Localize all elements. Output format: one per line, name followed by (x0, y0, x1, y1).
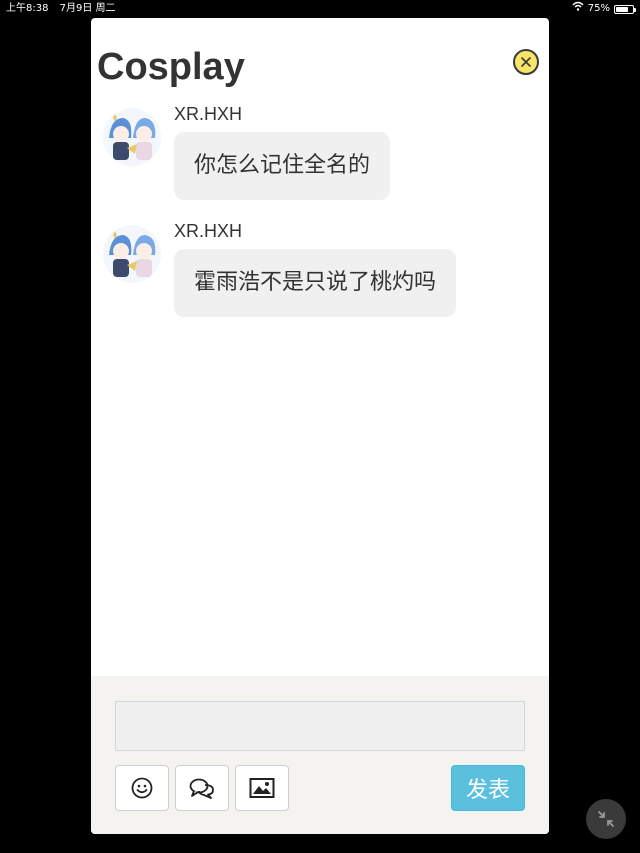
battery-level-fill (616, 6, 628, 12)
status-date: 7月9日 周二 (59, 3, 116, 14)
battery-icon (614, 4, 636, 14)
image-button[interactable] (235, 765, 289, 811)
message-bubble: 你怎么记住全名的 (174, 132, 391, 200)
close-icon (521, 57, 531, 67)
message-bubble: 霍雨浩不是只说了桃灼吗 (174, 249, 457, 317)
minimize-button[interactable] (586, 799, 626, 839)
message-username: XR.HXH (174, 221, 243, 241)
chat-panel: Cosplay XR.HXH 你怎么记住全名的 XR.HXH 霍雨浩不是只说了桃… (91, 18, 549, 834)
image-icon (249, 778, 275, 798)
emoji-icon (131, 777, 153, 799)
message-username: XR.HXH (174, 104, 243, 124)
status-bar: 上午8:38 7月9日 周二 75% (0, 0, 640, 18)
status-time: 上午8:38 (6, 3, 49, 14)
battery-percent: 75% (587, 3, 610, 14)
chat-title: Cosplay (97, 46, 245, 88)
minimize-icon (598, 811, 614, 827)
comment-button[interactable] (175, 765, 229, 811)
emoji-button[interactable] (115, 765, 169, 811)
send-button[interactable]: 发表 (451, 765, 525, 811)
wifi-icon (572, 0, 584, 18)
avatar[interactable] (103, 108, 161, 166)
message-input[interactable] (115, 701, 525, 751)
avatar[interactable] (103, 225, 161, 283)
composer: 发表 (91, 676, 549, 834)
close-button[interactable] (513, 49, 539, 75)
comment-icon (189, 778, 214, 799)
